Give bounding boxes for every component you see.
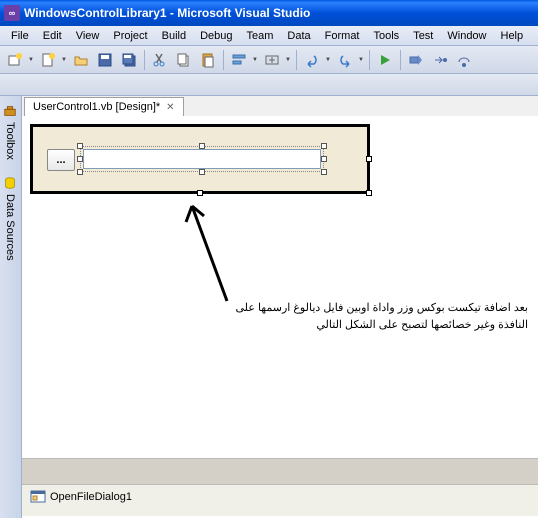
menu-view[interactable]: View [69,28,107,44]
separator [223,50,224,70]
open-button[interactable] [70,49,92,71]
resize-handle[interactable] [321,143,327,149]
resize-handle[interactable] [77,143,83,149]
resize-handle[interactable] [77,156,83,162]
resize-handle[interactable] [77,169,83,175]
toolbox-icon [3,104,17,118]
nav-back-button[interactable] [405,49,427,71]
annotation-text: بعد اضافة تيكست بوكس وزر واداة اوبين فاي… [58,300,528,333]
dropdown-icon[interactable]: ▼ [284,57,292,63]
resize-handle[interactable] [199,169,205,175]
separator [400,50,401,70]
redo-button[interactable] [334,49,356,71]
resize-handle[interactable] [199,143,205,149]
align-button[interactable] [228,49,250,71]
designer-button-label: ... [56,154,65,166]
separator [369,50,370,70]
menu-debug[interactable]: Debug [193,28,239,44]
menu-file[interactable]: File [4,28,36,44]
menu-team[interactable]: Team [240,28,281,44]
paste-button[interactable] [197,49,219,71]
component-tray: OpenFileDialog1 [22,458,538,516]
menubar: File Edit View Project Build Debug Team … [0,26,538,46]
dropdown-icon[interactable]: ▼ [251,57,259,63]
toolbar: ▼ ▼ ▼ ▼ ▼ ▼ [0,46,538,74]
separator [144,50,145,70]
dropdown-icon[interactable]: ▼ [357,57,365,63]
close-icon[interactable]: ✕ [166,102,174,113]
designer-area[interactable]: ... بعد اضافة تيكست [22,116,538,516]
toolbox-tab[interactable]: Toolbox [0,96,20,168]
designer-button[interactable]: ... [47,149,75,171]
menu-data[interactable]: Data [280,28,317,44]
titlebar-text: WindowsControlLibrary1 - Microsoft Visua… [24,6,310,20]
datasources-label: Data Sources [4,194,16,261]
menu-help[interactable]: Help [494,28,531,44]
resize-handle[interactable] [321,156,327,162]
usercontrol-surface[interactable]: ... [30,124,370,194]
menu-tools[interactable]: Tools [367,28,407,44]
selection-outline [80,146,324,172]
start-button[interactable] [374,49,396,71]
new-project-button[interactable] [4,49,26,71]
toolbox-label: Toolbox [4,122,16,160]
tabstrip: UserControl1.vb [Design]* ✕ [22,96,538,116]
file-tab[interactable]: UserControl1.vb [Design]* ✕ [24,97,184,116]
resize-handle[interactable] [366,190,372,196]
side-tabs: Toolbox Data Sources [0,96,22,518]
save-button[interactable] [94,49,116,71]
titlebar: ∞ WindowsControlLibrary1 - Microsoft Vis… [0,0,538,26]
menu-format[interactable]: Format [318,28,367,44]
datasources-icon [3,176,17,190]
tray-item-label: OpenFileDialog1 [50,491,132,503]
undo-button[interactable] [301,49,323,71]
menu-test[interactable]: Test [406,28,440,44]
cut-button[interactable] [149,49,171,71]
menu-edit[interactable]: Edit [36,28,69,44]
menu-build[interactable]: Build [155,28,193,44]
dropdown-icon[interactable]: ▼ [324,57,332,63]
dropdown-icon[interactable]: ▼ [27,57,35,63]
save-all-button[interactable] [118,49,140,71]
resize-handle[interactable] [366,156,372,162]
copy-button[interactable] [173,49,195,71]
annotation-line1: بعد اضافة تيكست بوكس وزر واداة اوبين فاي… [58,300,528,317]
menu-window[interactable]: Window [440,28,493,44]
step-over-button[interactable] [453,49,475,71]
file-tab-label: UserControl1.vb [Design]* [33,101,160,113]
separator [296,50,297,70]
vs-icon: ∞ [4,5,20,21]
step-button[interactable] [429,49,451,71]
menu-project[interactable]: Project [106,28,154,44]
add-item-button[interactable] [37,49,59,71]
annotation-line2: النافذة وغير خصائصها لتصبح على الشكل الت… [58,317,528,334]
datasources-tab[interactable]: Data Sources [0,168,20,269]
size-button[interactable] [261,49,283,71]
content-area: UserControl1.vb [Design]* ✕ ... [22,96,538,518]
resize-handle[interactable] [321,169,327,175]
openfiledialog-icon [30,489,46,505]
toolbar-secondary [0,74,538,96]
tray-item-openfiledialog[interactable]: OpenFileDialog1 [22,485,140,509]
dropdown-icon[interactable]: ▼ [60,57,68,63]
workspace: Toolbox Data Sources UserControl1.vb [De… [0,96,538,518]
tray-header [22,459,538,485]
annotation-arrow [172,196,252,306]
